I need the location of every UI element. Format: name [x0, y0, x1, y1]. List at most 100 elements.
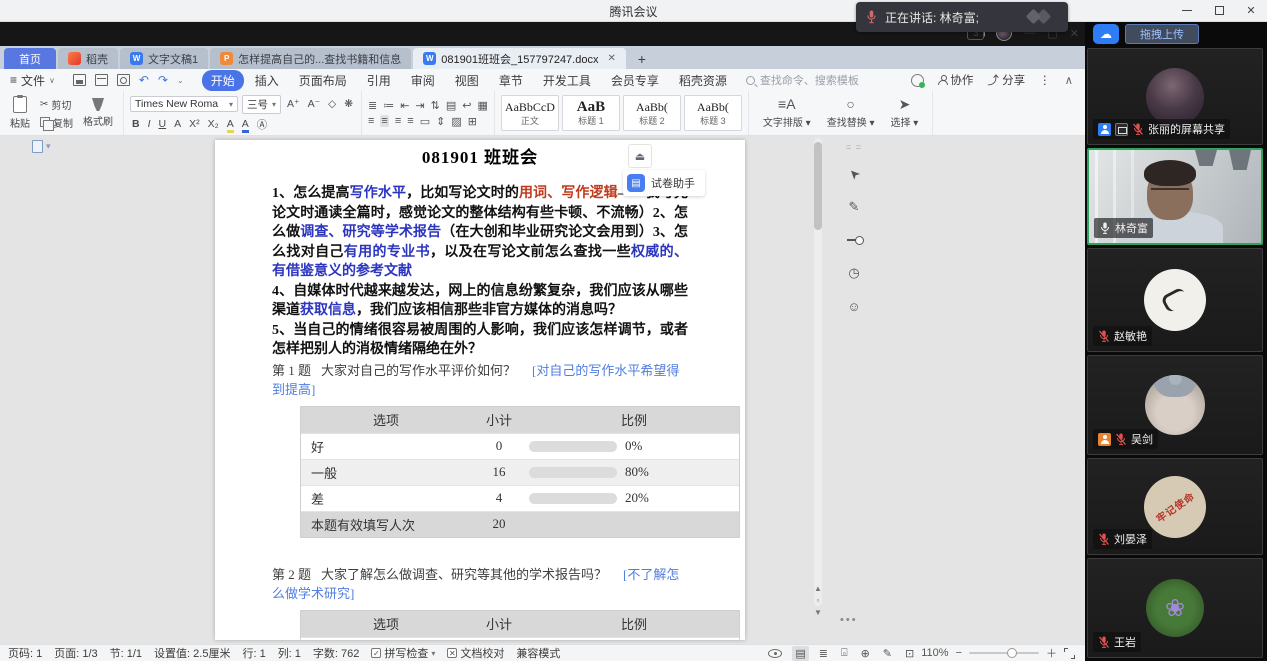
- ribbon-tab-开始[interactable]: 开始: [202, 70, 244, 91]
- zoom-in-icon[interactable]: ＋: [1046, 645, 1057, 661]
- sticker-tool-icon[interactable]: ☺: [843, 295, 865, 317]
- cloud-sync-icon[interactable]: [911, 74, 924, 87]
- timer-tool-icon[interactable]: ◷: [843, 262, 865, 284]
- ribbon-tab-开发工具[interactable]: 开发工具: [534, 70, 600, 91]
- superscript-button[interactable]: X²: [187, 118, 202, 130]
- sort-icon[interactable]: ⇅: [431, 99, 440, 112]
- style-正文[interactable]: AaBbCcD正文: [501, 95, 559, 131]
- increase-indent-icon[interactable]: ⇥: [415, 99, 424, 112]
- participant-tile[interactable]: 赵敏艳: [1087, 248, 1263, 352]
- underline-button[interactable]: U: [157, 118, 169, 130]
- more-menu-icon[interactable]: ⋮: [1039, 73, 1051, 87]
- wps-close-icon[interactable]: ✕: [1070, 27, 1079, 40]
- collab-button[interactable]: 协作: [938, 72, 973, 88]
- fullscreen-icon[interactable]: [1064, 648, 1075, 659]
- align-left-icon[interactable]: ≡: [368, 115, 374, 127]
- participant-tile[interactable]: 林奇富: [1087, 148, 1263, 245]
- participant-tile[interactable]: 牢记使命刘晏泽: [1087, 458, 1263, 555]
- number-list-icon[interactable]: ≔: [383, 99, 394, 112]
- bold-button[interactable]: B: [130, 118, 142, 130]
- ribbon-tab-稻壳资源[interactable]: 稻壳资源: [670, 70, 736, 91]
- print-icon[interactable]: [95, 74, 108, 86]
- format-painter-button[interactable]: 格式刷: [79, 98, 117, 128]
- justify-icon[interactable]: ≡: [407, 115, 413, 127]
- borders-icon[interactable]: ⊞: [468, 115, 477, 128]
- highlight-button[interactable]: A: [225, 118, 236, 130]
- zoom-slider[interactable]: [969, 652, 1039, 654]
- vertical-scrollbar[interactable]: [814, 138, 822, 606]
- proofread-toggle[interactable]: ✕文档校对: [447, 645, 504, 661]
- font-color-button[interactable]: A: [240, 118, 251, 130]
- toolbar-drag-handle[interactable]: = =: [846, 142, 862, 152]
- minimize-icon[interactable]: [1179, 2, 1195, 18]
- ribbon-tool-文字排版[interactable]: ≡A文字排版 ▾: [755, 97, 819, 129]
- zoom-slider-knob[interactable]: [1007, 648, 1017, 658]
- shading-icon[interactable]: ▨: [451, 115, 461, 128]
- ribbon-tab-章节[interactable]: 章节: [490, 70, 532, 91]
- font-name-select[interactable]: Times New Roma▾: [130, 96, 238, 112]
- paste-button[interactable]: 粘贴: [6, 96, 34, 130]
- outline-view-icon[interactable]: ≣: [816, 646, 831, 661]
- pen-tool-icon[interactable]: ✎: [843, 196, 865, 218]
- distribute-icon[interactable]: ▭: [420, 115, 430, 128]
- next-page-icon[interactable]: ▼: [814, 608, 822, 617]
- undo-icon[interactable]: ↶: [139, 73, 149, 87]
- quickbar-caret-icon[interactable]: ⌄: [177, 76, 184, 85]
- browser-tab[interactable]: W文字文稿1: [120, 48, 208, 69]
- cut-button[interactable]: ✂ 剪切: [40, 97, 73, 112]
- direction-icon[interactable]: ↩: [462, 99, 471, 112]
- spellcheck-toggle[interactable]: ✓拼写检查▾: [371, 645, 435, 661]
- exam-assistant-button[interactable]: ▤ 试卷助手: [623, 170, 705, 196]
- char-scale-icon[interactable]: ▤: [446, 99, 456, 112]
- book-view-icon[interactable]: ⌻: [838, 646, 851, 661]
- shrink-font-button[interactable]: A⁻: [306, 98, 323, 110]
- tab-close-icon[interactable]: ✕: [607, 53, 615, 64]
- clear-format-button[interactable]: ◇: [326, 98, 338, 110]
- style-标题 3[interactable]: AaBb(标题 3: [684, 95, 742, 131]
- participant-tile[interactable]: ❀王岩: [1087, 558, 1263, 658]
- participant-tile[interactable]: 吴剑: [1087, 355, 1263, 455]
- print-preview-icon[interactable]: [117, 74, 130, 86]
- page-view-icon[interactable]: ▤: [792, 646, 808, 661]
- ribbon-tab-引用[interactable]: 引用: [358, 70, 400, 91]
- ribbon-tab-审阅[interactable]: 审阅: [402, 70, 444, 91]
- decrease-indent-icon[interactable]: ⇤: [400, 99, 409, 112]
- browser-tab[interactable]: W081901班班会_157797247.docx✕: [413, 48, 626, 69]
- ribbon-tab-插入[interactable]: 插入: [246, 70, 288, 91]
- browser-tab[interactable]: P怎样提高自己的...查找书籍和信息: [210, 48, 411, 69]
- grow-font-button[interactable]: A⁺: [285, 98, 302, 110]
- ribbon-tab-页面布局[interactable]: 页面布局: [290, 70, 356, 91]
- char-border-button[interactable]: A: [172, 118, 183, 130]
- eye-protect-icon[interactable]: [768, 649, 782, 658]
- web-view-icon[interactable]: ⊕: [858, 646, 873, 661]
- subscript-button[interactable]: X₂: [206, 118, 221, 130]
- bullet-list-icon[interactable]: ≣: [368, 99, 377, 112]
- zoom-out-icon[interactable]: −: [956, 647, 962, 659]
- assistant-collapse-button[interactable]: ⏏: [628, 144, 652, 168]
- save-icon[interactable]: [73, 74, 86, 86]
- redo-icon[interactable]: ↷: [158, 73, 168, 87]
- browser-tab[interactable]: 稻壳: [58, 48, 118, 69]
- browser-tab[interactable]: 首页: [4, 48, 56, 69]
- cursor-tool-icon[interactable]: ➤: [843, 163, 865, 185]
- text-effects-button[interactable]: ❋: [342, 98, 355, 110]
- ribbon-tool-选择[interactable]: ➤选择 ▾: [883, 97, 927, 129]
- align-right-icon[interactable]: ≡: [395, 115, 401, 127]
- new-tab-button[interactable]: +: [632, 49, 652, 69]
- prev-page-icon[interactable]: ▲: [814, 584, 822, 593]
- align-center-icon[interactable]: ≡: [380, 115, 388, 127]
- cloud-doc-icon[interactable]: ☁: [1093, 24, 1119, 44]
- style-标题 2[interactable]: AaBb(标题 2: [623, 95, 681, 131]
- zoom-level[interactable]: 110%: [921, 647, 948, 659]
- copy-button[interactable]: 复制: [40, 115, 73, 130]
- ribbon-tab-视图[interactable]: 视图: [446, 70, 488, 91]
- document-page[interactable]: 081901 班班会 1、怎么提高写作水平，比如写论文时的用词、写作逻辑——我写…: [215, 140, 745, 640]
- command-search[interactable]: 查找命令、搜索模板: [746, 72, 859, 88]
- participant-tile[interactable]: 张丽的屏幕共享: [1087, 48, 1263, 145]
- slider-tool-icon[interactable]: [843, 229, 865, 251]
- style-标题 1[interactable]: AaB标题 1: [562, 95, 620, 131]
- collapse-ribbon-icon[interactable]: ∧: [1065, 73, 1073, 87]
- ribbon-tab-会员专享[interactable]: 会员专享: [602, 70, 668, 91]
- file-menu[interactable]: ≡ 文件 ∨: [0, 69, 63, 91]
- line-spacing-icon[interactable]: ⇕: [436, 115, 445, 128]
